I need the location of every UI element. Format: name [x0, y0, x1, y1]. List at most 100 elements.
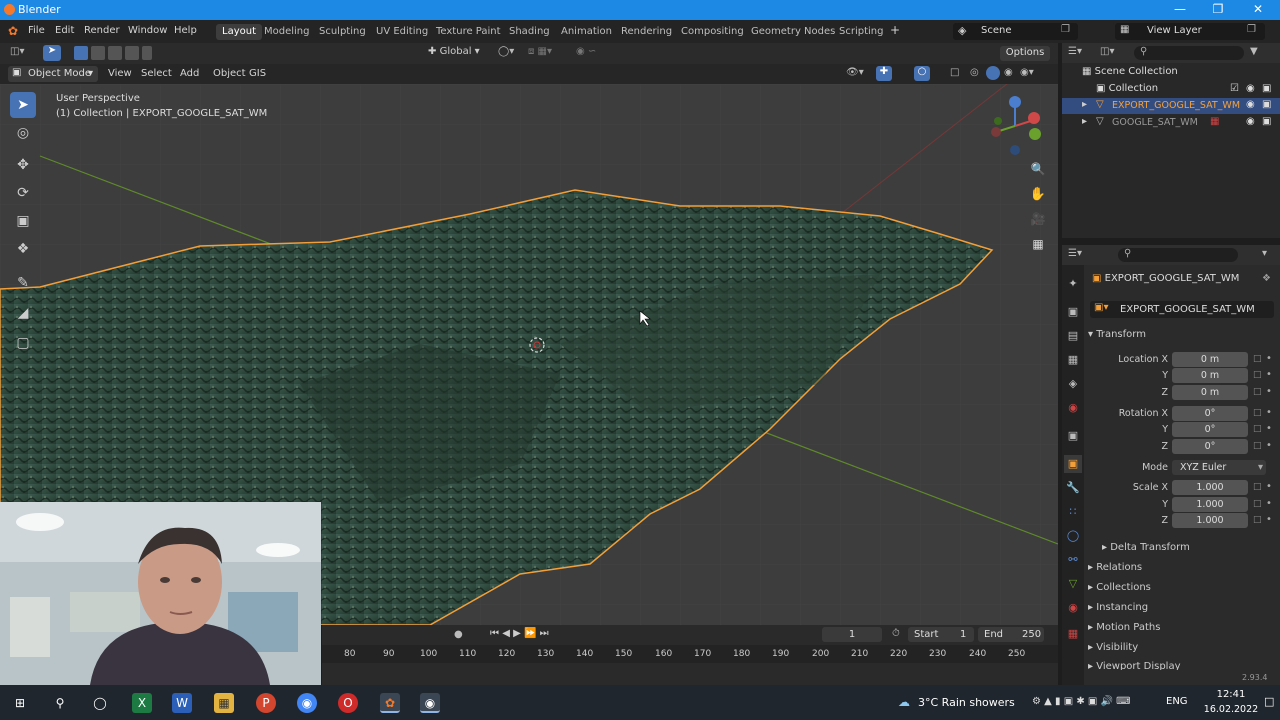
- outliner-search-input[interactable]: ⚲: [1134, 46, 1244, 60]
- add-cube-tool-icon[interactable]: ▢: [10, 330, 36, 356]
- menu-render[interactable]: Render: [84, 25, 120, 36]
- lock-icon[interactable]: □: [1253, 441, 1262, 451]
- record-icon[interactable]: ●: [454, 629, 463, 640]
- physics-tab-icon[interactable]: ◯: [1064, 527, 1082, 545]
- prev-keyframe-icon[interactable]: ◀: [502, 628, 510, 639]
- rotation-mode-dropdown[interactable]: XYZ Euler: [1172, 460, 1266, 475]
- gizmo-z-icon[interactable]: [1009, 96, 1021, 108]
- motion-paths-section[interactable]: ▸ Motion Paths: [1088, 622, 1160, 633]
- outliner-editor-icon[interactable]: ☰▾: [1068, 46, 1082, 57]
- menu-object[interactable]: Object: [213, 68, 246, 79]
- display-mode-icon[interactable]: ◫▾: [1100, 46, 1114, 57]
- chevron-down-icon[interactable]: ▾: [1262, 248, 1267, 259]
- navigation-gizmo[interactable]: [986, 92, 1046, 160]
- camera-icon[interactable]: ▣: [1262, 83, 1271, 94]
- tab-geometry-nodes[interactable]: Geometry Nodes: [745, 24, 841, 40]
- pin-icon[interactable]: ❖: [1262, 273, 1271, 284]
- view-layer-tab-icon[interactable]: ▦: [1064, 351, 1082, 369]
- keyframe-dot-icon[interactable]: •: [1266, 353, 1272, 364]
- keyframe-dot-icon[interactable]: •: [1266, 407, 1272, 418]
- weather-icon[interactable]: ☁: [898, 695, 910, 709]
- mode-invert-icon[interactable]: [125, 46, 139, 60]
- properties-search-input[interactable]: ⚲: [1118, 248, 1238, 262]
- menu-file[interactable]: File: [28, 25, 45, 36]
- viewport-display-section[interactable]: ▸ Viewport Display: [1088, 661, 1181, 670]
- frame-ruler[interactable]: 80 90 100 110 120 130 140 150 160 170 18…: [322, 645, 1058, 663]
- tab-shading[interactable]: Shading: [503, 24, 556, 40]
- pivot-icon[interactable]: ◯▾: [498, 46, 514, 57]
- gizmo-neg-x-icon[interactable]: [991, 127, 1001, 137]
- chrome-icon[interactable]: ◉: [297, 693, 317, 713]
- jump-start-icon[interactable]: ⏮: [490, 628, 499, 639]
- rotate-tool-icon[interactable]: ⟳: [10, 180, 36, 206]
- tab-scripting[interactable]: Scripting: [833, 24, 889, 40]
- output-tab-icon[interactable]: ▤: [1064, 327, 1082, 345]
- blender-menu-icon[interactable]: ✿: [8, 24, 18, 38]
- orientation-dropdown[interactable]: ✚ Global ▾: [428, 46, 480, 57]
- tab-rendering[interactable]: Rendering: [615, 24, 678, 40]
- collections-section[interactable]: ▸ Collections: [1088, 582, 1151, 593]
- cursor-tool-icon[interactable]: ◎: [10, 120, 36, 146]
- expand-arrow-icon[interactable]: ▸: [1082, 116, 1087, 127]
- lock-icon[interactable]: □: [1253, 370, 1262, 380]
- clock-time[interactable]: 12:41: [1206, 689, 1256, 700]
- outliner-item-export[interactable]: ▸ ▽ EXPORT_GOOGLE_SAT_WM ◉ ▣: [1062, 98, 1280, 114]
- tab-animation[interactable]: Animation: [555, 24, 618, 40]
- pan-hand-icon[interactable]: ✋: [1028, 187, 1048, 207]
- keyframe-dot-icon[interactable]: •: [1266, 386, 1272, 397]
- transform-section-header[interactable]: ▾ Transform: [1088, 329, 1146, 340]
- minimize-icon[interactable]: —: [1170, 2, 1190, 16]
- menu-window[interactable]: Window: [128, 25, 167, 36]
- start-frame-field[interactable]: Start 1: [908, 627, 974, 642]
- editor-type-icon[interactable]: ◫▾: [10, 46, 24, 57]
- clock-icon[interactable]: ⏱: [892, 628, 900, 639]
- delta-transform-section[interactable]: ▸ Delta Transform: [1102, 542, 1190, 553]
- restore-icon[interactable]: ❐: [1208, 2, 1228, 16]
- location-x-field[interactable]: 0 m: [1172, 352, 1248, 367]
- transform-tool-icon[interactable]: ❖: [10, 236, 36, 262]
- rendered-shading-icon[interactable]: ◉▾: [1020, 67, 1034, 78]
- wireframe-shading-icon[interactable]: ◎: [970, 67, 979, 78]
- current-frame-field[interactable]: 1: [822, 627, 882, 642]
- eye-icon[interactable]: ◉: [1246, 116, 1255, 127]
- new-view-layer-icon[interactable]: ❐: [1247, 24, 1256, 35]
- measure-tool-icon[interactable]: ◢: [10, 300, 36, 326]
- add-workspace-icon[interactable]: +: [890, 23, 900, 37]
- menu-select[interactable]: Select: [141, 68, 172, 79]
- language-indicator[interactable]: ENG: [1166, 696, 1188, 707]
- rotation-x-field[interactable]: 0°: [1172, 406, 1248, 421]
- snap-icon[interactable]: ⧈ ▦▾: [528, 46, 552, 57]
- material-tab-icon[interactable]: ◉: [1064, 599, 1082, 617]
- select-box-tool-icon[interactable]: ➤: [10, 92, 36, 118]
- pdf-reader-icon[interactable]: P: [256, 693, 276, 713]
- checkbox-icon[interactable]: ☑: [1230, 83, 1239, 94]
- expand-arrow-icon[interactable]: ▸: [1082, 99, 1087, 110]
- camera-view-icon[interactable]: 🎥: [1028, 212, 1048, 232]
- modifier-tab-icon[interactable]: 🔧: [1064, 479, 1082, 497]
- lock-icon[interactable]: □: [1253, 387, 1262, 397]
- camera-icon[interactable]: ▣: [1262, 99, 1271, 110]
- texture-tab-icon[interactable]: ▦: [1064, 625, 1082, 643]
- tab-uv-editing[interactable]: UV Editing: [370, 24, 434, 40]
- scene-selector[interactable]: ◈ Scene ❐: [953, 23, 1078, 40]
- tab-sculpting[interactable]: Sculpting: [313, 24, 372, 40]
- location-z-field[interactable]: 0 m: [1172, 385, 1248, 400]
- visibility-icon[interactable]: 👁▾: [846, 67, 864, 78]
- visibility-section[interactable]: ▸ Visibility: [1088, 642, 1138, 653]
- select-tool-icon[interactable]: ➤: [43, 45, 61, 61]
- view-layer-selector[interactable]: ▦ View Layer ❐: [1115, 23, 1265, 40]
- location-y-field[interactable]: 0 m: [1172, 368, 1248, 383]
- file-explorer-icon[interactable]: ▦: [214, 693, 234, 713]
- xray-icon[interactable]: □: [950, 67, 959, 78]
- lock-icon[interactable]: □: [1253, 515, 1262, 525]
- instancing-section[interactable]: ▸ Instancing: [1088, 602, 1148, 613]
- scale-z-field[interactable]: 1.000: [1172, 513, 1248, 528]
- collection-tab-icon[interactable]: ▣: [1064, 427, 1082, 445]
- close-icon[interactable]: ✕: [1248, 2, 1268, 16]
- keyframe-dot-icon[interactable]: •: [1266, 498, 1272, 509]
- selection-mode-buttons[interactable]: [74, 46, 152, 60]
- outliner-item-collection[interactable]: ▣ Collection ☑ ◉ ▣: [1096, 83, 1280, 94]
- menu-gis[interactable]: GIS: [249, 68, 266, 79]
- task-view-icon[interactable]: ◯: [90, 693, 110, 713]
- mode-extend-icon[interactable]: [91, 46, 105, 60]
